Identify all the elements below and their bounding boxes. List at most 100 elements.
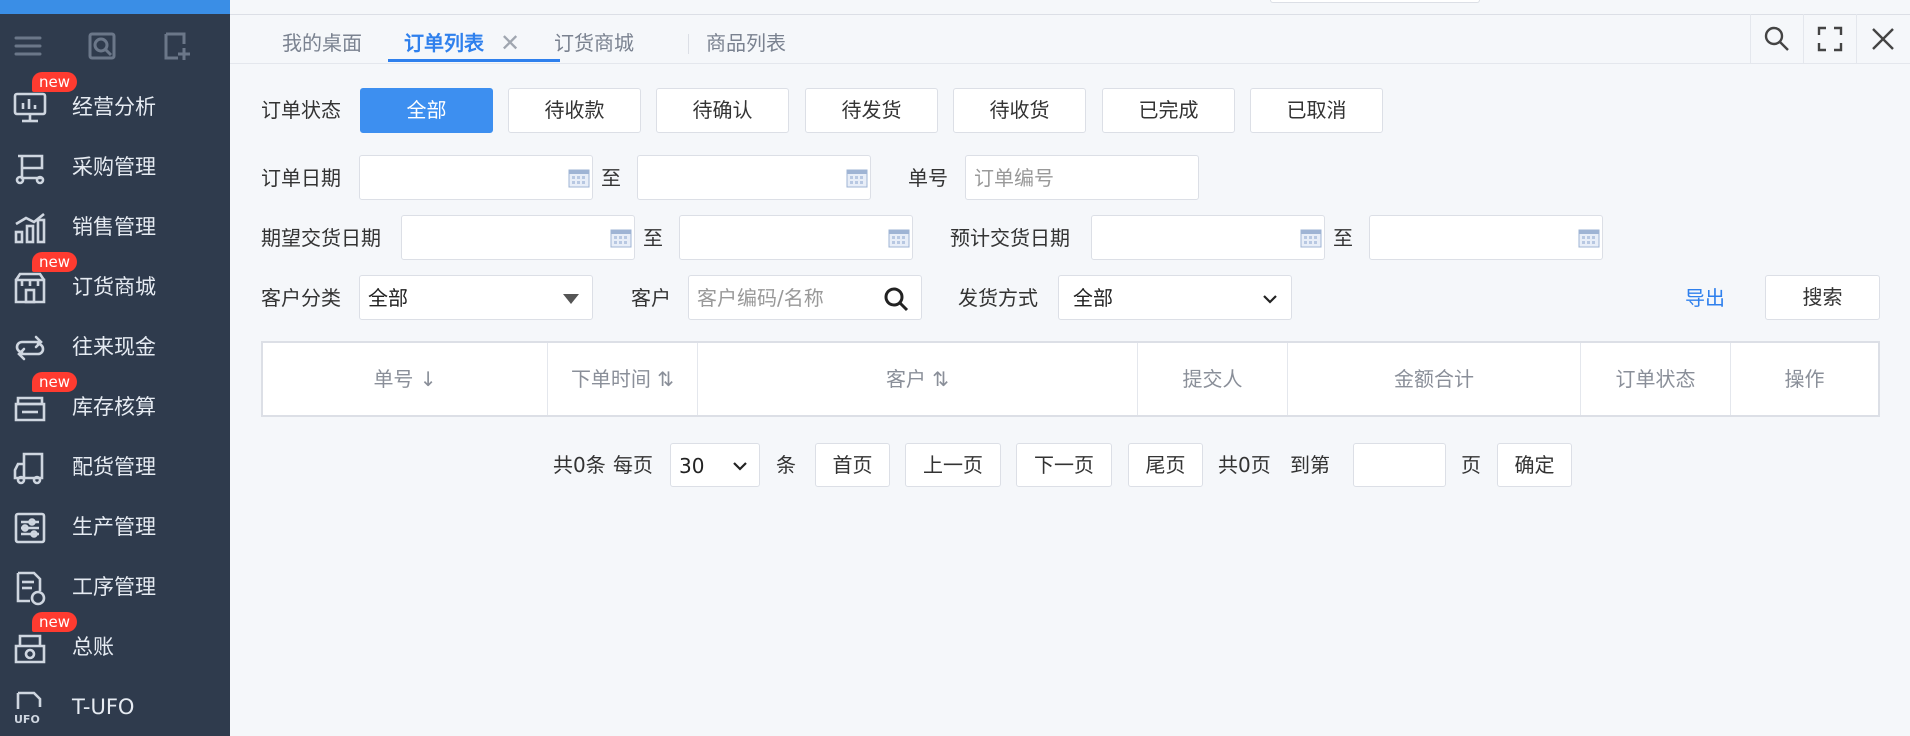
first-page-button[interactable]: 首页 [815,443,890,487]
sidebar-item-label: 经营分析 [72,95,156,119]
status-cancelled-button[interactable]: 已取消 [1250,88,1383,133]
sidebar-item-ledger[interactable]: new 总账 [0,612,230,676]
search-button[interactable]: 搜索 [1765,275,1880,320]
column-header-submitter: 提交人 [1138,343,1288,415]
column-header-order-no[interactable]: 单号 ↓ [263,343,548,415]
tab-divider [688,34,689,54]
customer-category-select[interactable]: 全部 [359,275,593,320]
close-window-icon[interactable] [1868,24,1898,54]
order-date-end-input[interactable] [637,155,871,200]
to-label: 至 [643,226,663,250]
goto-page-input[interactable] [1353,443,1446,487]
per-page-value: 30 [679,454,705,478]
column-header-order-time[interactable]: 下单时间 ⇅ [548,343,698,415]
sidebar-item-inventory[interactable]: new 库存核算 [0,372,230,436]
customer-placeholder: 客户编码/名称 [697,286,824,310]
new-badge: new [32,372,78,392]
sidebar-item-label: 订货商城 [72,275,156,299]
expected-date-start-input[interactable] [401,215,635,260]
sidebar-item-label: 工序管理 [72,575,156,599]
order-date-start-input[interactable] [359,155,593,200]
divider [1803,14,1804,64]
sidebar-item-production[interactable]: 生产管理 [0,496,230,556]
status-pending-payment-button[interactable]: 待收款 [508,88,641,133]
add-doc-icon[interactable] [160,30,192,62]
sidebar-item-label: T-UFO [72,695,135,719]
column-header-customer[interactable]: 客户 ⇅ [698,343,1138,415]
fullscreen-icon[interactable] [1815,24,1845,54]
status-pending-ship-button[interactable]: 待发货 [805,88,938,133]
sidebar-item-t-ufo[interactable]: UFO T-UFO [0,676,230,736]
customer-search-input[interactable]: 客户编码/名称 [688,275,922,320]
page-unit-label: 页 [1461,453,1481,477]
close-icon[interactable]: ✕ [500,28,520,58]
sidebar-item-label: 配货管理 [72,455,156,479]
chevron-down-icon [1263,295,1277,304]
order-no-input[interactable]: 订单编号 [965,155,1199,200]
calendar-icon[interactable] [846,168,868,188]
divider [1750,14,1751,64]
per-page-select[interactable]: 30 [670,443,760,487]
status-all-button[interactable]: 全部 [360,88,493,133]
status-pending-receive-button[interactable]: 待收货 [953,88,1086,133]
order-no-placeholder: 订单编号 [974,166,1054,190]
calendar-icon[interactable] [1300,228,1322,248]
expected-date-end-input[interactable] [679,215,913,260]
top-search-box[interactable] [1270,0,1480,3]
export-link[interactable]: 导出 [1685,284,1725,312]
column-header-actions: 操作 [1784,367,1825,391]
growth-chart-icon [14,212,46,244]
tab-product-list[interactable]: 商品列表 [706,28,786,62]
sidebar-item-sales[interactable]: 销售管理 [0,196,230,256]
search-icon[interactable] [1762,24,1792,54]
sidebar-item-label: 采购管理 [72,155,156,179]
last-page-button[interactable]: 尾页 [1128,443,1203,487]
planned-date-start-input[interactable] [1091,215,1325,260]
sliders-icon [14,512,46,544]
next-page-button[interactable]: 下一页 [1016,443,1112,487]
exchange-arrows-icon [15,335,45,361]
planned-date-end-input[interactable] [1369,215,1603,260]
sidebar-top-strip [0,0,230,14]
top-tab-bar: 我的桌面 订单列表 ✕ 订货商城 商品列表 [230,0,1910,64]
per-page-label: 每页 [613,453,653,477]
sidebar-item-label: 总账 [72,635,114,659]
expected-date-label: 期望交货日期 [261,226,381,250]
search-doc-icon[interactable] [86,30,118,62]
sidebar-item-order-mall[interactable]: new 订货商城 [0,252,230,316]
tab-desktop[interactable]: 我的桌面 [282,28,362,62]
sidebar-nav: new 经营分析 采购管理 销售管理 new 订货商城 往来现金 new 库存核… [0,72,230,736]
sidebar-item-process[interactable]: 工序管理 [0,556,230,616]
prev-page-button[interactable]: 上一页 [905,443,1001,487]
menu-icon[interactable] [12,30,44,62]
calendar-icon[interactable] [610,228,632,248]
total-records: 共0条 [553,453,606,477]
shipping-select[interactable]: 全部 [1058,275,1292,320]
store-icon [14,272,46,304]
sidebar: new 经营分析 采购管理 销售管理 new 订货商城 往来现金 new 库存核… [0,0,230,736]
order-no-label: 单号 [908,166,948,190]
status-completed-button[interactable]: 已完成 [1102,88,1235,133]
shipping-value: 全部 [1073,286,1113,310]
sidebar-toolbar [0,26,230,66]
calendar-icon[interactable] [568,168,590,188]
ufo-report-icon: UFO [14,691,42,726]
triangle-down-icon [563,294,579,304]
sidebar-item-purchase[interactable]: 采购管理 [0,136,230,196]
tab-order-list[interactable]: 订单列表 [388,28,560,62]
sidebar-item-business-analysis[interactable]: new 经营分析 [0,72,230,136]
calendar-icon[interactable] [888,228,910,248]
sidebar-item-cash[interactable]: 往来现金 [0,316,230,376]
to-label: 至 [1333,226,1353,250]
search-icon[interactable] [883,286,909,312]
tab-label: 订单列表 [404,31,484,55]
tab-order-mall[interactable]: 订货商城 [554,28,634,62]
customer-category-value: 全部 [368,286,408,310]
orders-table: 单号 ↓ 下单时间 ⇅ 客户 ⇅ 提交人 金额合计 订单状态 操作 [261,341,1880,417]
new-badge: new [32,72,78,92]
confirm-page-button[interactable]: 确定 [1497,443,1572,487]
calendar-icon[interactable] [1578,228,1600,248]
sidebar-item-distribution[interactable]: 配货管理 [0,436,230,496]
status-pending-confirm-button[interactable]: 待确认 [656,88,789,133]
customer-category-label: 客户分类 [261,286,341,310]
